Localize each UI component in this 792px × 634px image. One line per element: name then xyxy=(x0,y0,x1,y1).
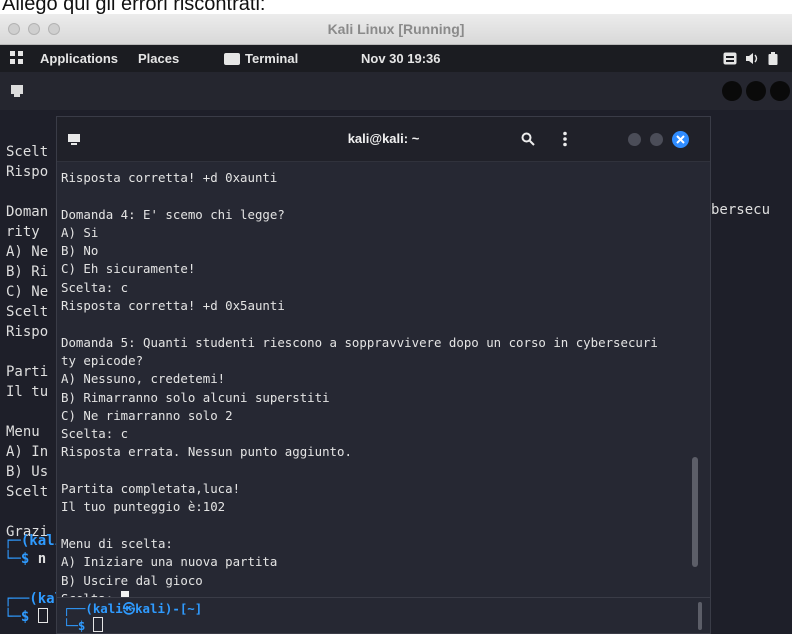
bg-window-button-1[interactable] xyxy=(722,81,742,101)
bg-terminal-line: B) Us xyxy=(6,464,49,480)
bg-window-button-2[interactable] xyxy=(746,81,766,101)
bg-terminal-line: Rispo xyxy=(6,164,49,180)
background-terminal-header xyxy=(0,72,792,110)
terminal-app-label: Terminal xyxy=(245,51,299,66)
top-panel: Applications Places Terminal Nov 30 19:3… xyxy=(0,45,792,72)
background-terminal-output: Scelt Rispo Doman rity A) Ne B) Ri C) Ne Scel… xyxy=(6,142,48,542)
terminal-headerbar: kali@kali: ~ xyxy=(57,117,710,162)
terminal-line: Domanda 4: E' scemo chi legge? xyxy=(61,206,285,222)
virtualbox-titlebar: Kali Linux [Running] xyxy=(0,14,792,45)
terminal-icon xyxy=(224,52,240,65)
clock[interactable]: Nov 30 19:36 xyxy=(361,45,441,72)
background-terminal-fragment: bersecu xyxy=(711,202,771,218)
terminal-line: C) Ne rimarranno solo 2 xyxy=(61,407,233,423)
bg-terminal-line: Scelt xyxy=(6,144,49,160)
terminal-output: Risposta corretta! +d 0xaunti Domanda 4:… xyxy=(61,169,691,608)
terminal-line: Scelta: c xyxy=(61,279,129,295)
apps-grid-icon[interactable] xyxy=(10,51,24,65)
terminal-line: Partita completata,luca! xyxy=(61,481,241,497)
volume-icon[interactable] xyxy=(745,52,759,65)
bg-terminal-line: Rispo xyxy=(6,324,49,340)
embedded-prompt: ┌──(kali㉿kali)-[~] └─$ xyxy=(63,601,203,633)
places-menu[interactable]: Places xyxy=(138,45,179,72)
terminal-line: Risposta corretta! +d 0x5aunti xyxy=(61,298,285,314)
terminal-line: Risposta errata. Nessun punto aggiunto. xyxy=(61,444,352,460)
bg-terminal-line: B) Ri xyxy=(6,264,49,280)
terminal-line: A) Si xyxy=(61,224,99,240)
terminal-scrollbar[interactable] xyxy=(692,457,698,567)
new-tab-icon[interactable] xyxy=(10,84,24,97)
terminal-line: A) Iniziare una nuova partita xyxy=(61,554,278,570)
terminal-title: kali@kali: ~ xyxy=(347,131,420,146)
maximize-button[interactable] xyxy=(650,133,663,146)
battery-icon[interactable] xyxy=(768,52,778,65)
bg-terminal-line xyxy=(6,342,48,362)
terminal-line: A) Nessuno, credetemi! xyxy=(61,371,226,387)
guest-screen: Applications Places Terminal Nov 30 19:3… xyxy=(0,45,792,634)
embedded-terminal-pane[interactable]: ┌──(kali㉿kali)-[~] └─$ xyxy=(57,597,710,633)
minimize-button[interactable] xyxy=(628,133,641,146)
menu-kebab-icon[interactable] xyxy=(562,131,568,147)
terminal-line: B) Uscire dal gioco xyxy=(61,572,203,588)
bg-terminal-line: rity xyxy=(6,224,49,240)
bg-terminal-line: Parti xyxy=(6,364,49,380)
terminal-line: C) Eh sicuramente! xyxy=(61,261,196,277)
bg-terminal-line xyxy=(6,182,48,202)
keyboard-icon[interactable] xyxy=(723,52,737,65)
bg-terminal-line: Il tu xyxy=(6,384,49,400)
terminal-line: Il tuo punteggio è:102 xyxy=(61,499,226,515)
virtualbox-title: Kali Linux [Running] xyxy=(327,21,465,37)
bg-terminal-line: Menu xyxy=(6,424,49,440)
bg-terminal-line: Scelt xyxy=(6,484,49,500)
background-prompt-1: ┌─(kali └─$ n xyxy=(4,533,64,567)
bg-terminal-line: Doman xyxy=(6,204,49,220)
bg-terminal-line: C) Ne xyxy=(6,284,49,300)
terminal-line: ty epicode? xyxy=(61,352,144,368)
terminal-line: B) Rimarranno solo alcuni superstiti xyxy=(61,389,330,405)
terminal-line: Domanda 5: Quanti studenti riescono a so… xyxy=(61,334,658,350)
bg-terminal-line: A) In xyxy=(6,444,49,460)
virtualbox-window: Kali Linux [Running] Applications Places… xyxy=(0,14,792,634)
bg-terminal-line: A) Ne xyxy=(6,244,49,260)
terminal-line: Menu di scelta: xyxy=(61,535,173,551)
search-icon[interactable] xyxy=(521,132,535,146)
close-icon[interactable] xyxy=(672,131,689,148)
bg-terminal-line xyxy=(6,502,48,522)
terminal-line: Scelta: c xyxy=(61,426,129,442)
bg-window-button-3[interactable] xyxy=(770,81,790,101)
applications-menu[interactable]: Applications xyxy=(40,45,118,72)
foreground-terminal-window[interactable]: kali@kali: ~ Risposta corretta! +d 0xaun… xyxy=(56,116,711,634)
document-caption: Allego qui gli errori riscontrati: xyxy=(2,0,266,15)
terminal-line: B) No xyxy=(61,243,99,259)
terminal-app-menu[interactable]: Terminal xyxy=(224,45,298,72)
embedded-scrollbar[interactable] xyxy=(698,602,702,630)
bg-terminal-line xyxy=(6,402,48,422)
bg-terminal-line: Scelt xyxy=(6,304,49,320)
embedded-cursor xyxy=(92,617,103,632)
background-cursor xyxy=(37,608,48,623)
terminal-line: Risposta corretta! +d 0xaunti xyxy=(61,170,278,185)
